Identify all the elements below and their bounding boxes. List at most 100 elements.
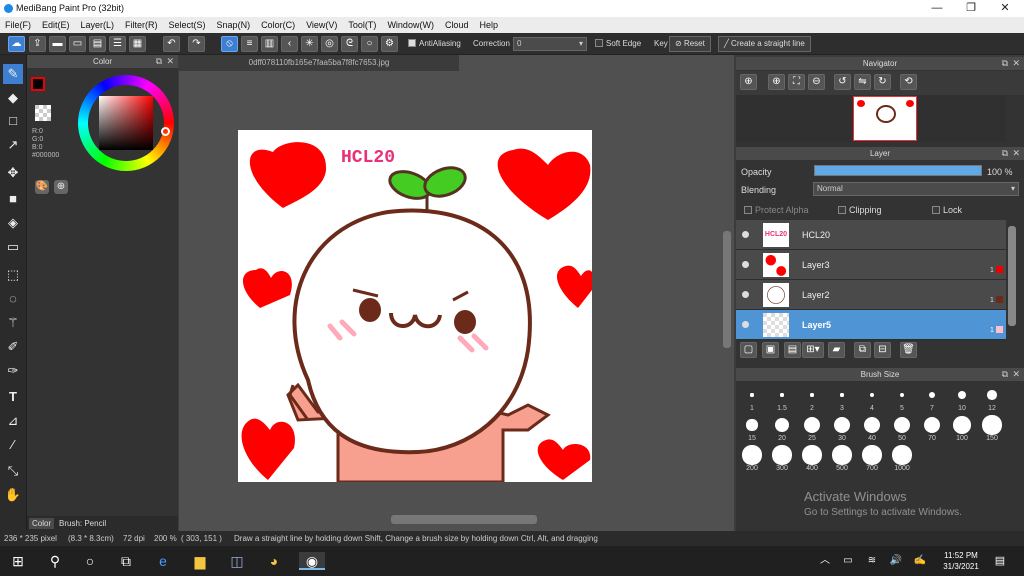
menu-layer[interactable]: Layer(L)	[76, 17, 121, 30]
brush-size-option[interactable]: 70	[917, 415, 947, 444]
menu-snap[interactable]: Snap(N)	[212, 17, 257, 30]
eye-icon[interactable]	[742, 231, 749, 238]
medibang-taskbar-icon[interactable]: ◉	[299, 552, 325, 570]
wifi-icon[interactable]: ≋	[862, 552, 882, 570]
menu-select[interactable]: Select(S)	[164, 17, 212, 30]
select-eraser-tool-icon[interactable]: ✑	[3, 361, 23, 381]
close-icon[interactable]: ✕	[166, 55, 174, 68]
paint-palette-icon[interactable]: ◕	[264, 552, 284, 570]
cortana-icon[interactable]: ○	[80, 552, 100, 570]
layer-row-layer5[interactable]: Layer5 1	[736, 310, 1006, 340]
lasso-tool-icon[interactable]: ◌	[3, 289, 23, 309]
comment-icon[interactable]: ▬	[49, 36, 66, 52]
chat-icon[interactable]: ▭	[69, 36, 86, 52]
menu-filter[interactable]: Filter(R)	[120, 17, 164, 30]
windows-start-icon[interactable]: ⊞	[8, 552, 28, 570]
snap-settings-icon[interactable]: ⚙	[381, 36, 398, 52]
select-tool-icon[interactable]: ⬚	[3, 265, 23, 285]
share-icon[interactable]: ⇪	[29, 36, 46, 52]
brush-size-option[interactable]: 200	[737, 445, 767, 474]
document-icon[interactable]: ▤	[89, 36, 106, 52]
popout-icon[interactable]: ⧉	[156, 55, 162, 68]
list-icon[interactable]: ☰	[109, 36, 126, 52]
fit-icon[interactable]: ⛶	[788, 74, 805, 90]
close-button[interactable]: ✕	[990, 0, 1020, 17]
radial-snap-icon[interactable]: ✳	[301, 36, 318, 52]
straight-line-button[interactable]: ╱ Create a straight line	[718, 36, 811, 52]
brush-size-option[interactable]: 700	[857, 445, 887, 474]
select-pen-tool-icon[interactable]: ✐	[3, 337, 23, 357]
zoom-in-alt-icon[interactable]: ⊕	[768, 74, 785, 90]
undo-icon[interactable]: ↶	[163, 36, 180, 52]
edge-icon[interactable]: e	[153, 552, 173, 570]
battery-icon[interactable]: ▭	[838, 552, 858, 570]
hue-handle[interactable]	[161, 127, 170, 136]
brush-tool-icon[interactable]: ↗	[3, 135, 23, 155]
flip-icon[interactable]: ⇋	[854, 74, 871, 90]
brush-size-option[interactable]: 300	[767, 445, 797, 474]
gradient-tool-icon[interactable]: ▭	[3, 237, 23, 257]
drawing-canvas[interactable]: HCL20	[238, 130, 592, 482]
reset-button[interactable]: ⊘ Reset	[669, 36, 711, 52]
menu-window[interactable]: Window(W)	[382, 17, 440, 30]
menu-tool[interactable]: Tool(T)	[343, 17, 382, 30]
layer-scrollbar[interactable]	[1008, 226, 1016, 326]
brush-size-option[interactable]: 500	[827, 445, 857, 474]
duplicate-layer-icon[interactable]: ⧉	[854, 342, 871, 358]
new-8bit-layer-icon[interactable]: ▤	[784, 342, 801, 358]
pencil-tool-icon[interactable]: ✎	[3, 64, 23, 84]
text-tool-icon[interactable]: T	[3, 387, 23, 407]
vertical-scrollbar[interactable]	[723, 231, 731, 348]
snap-off-icon[interactable]: ⦸	[221, 36, 238, 52]
foreground-color-swatch[interactable]	[31, 77, 45, 91]
close-icon[interactable]: ✕	[1012, 368, 1020, 381]
protect-alpha-checkbox[interactable]: Protect Alpha	[744, 205, 809, 215]
dot-tool-icon[interactable]: □	[3, 111, 23, 131]
clock[interactable]: 11:52 PM 31/3/2021	[940, 550, 982, 572]
eyedropper-tool-icon[interactable]: ⁄	[3, 435, 23, 455]
brush-size-option[interactable]: 1	[737, 385, 767, 414]
brush-size-option[interactable]: 50	[887, 415, 917, 444]
rotate-right-icon[interactable]: ↻	[874, 74, 891, 90]
palette-add-icon[interactable]: ⊕	[54, 180, 68, 194]
zoom-in-icon[interactable]: ⊕	[740, 74, 757, 90]
blending-select[interactable]: Normal ▾	[813, 182, 1019, 196]
reset-view-icon[interactable]: ⟲	[900, 74, 917, 90]
volume-icon[interactable]: 🔊	[886, 552, 906, 570]
store-icon[interactable]: ◫	[227, 552, 247, 570]
eye-icon[interactable]	[742, 321, 749, 328]
brush-size-option[interactable]: 3	[827, 385, 857, 414]
bucket-tool-icon[interactable]: ◈	[3, 213, 23, 233]
merge-layer-icon[interactable]: ⊟	[874, 342, 891, 358]
grid-icon[interactable]: ▦	[129, 36, 146, 52]
brush-size-option[interactable]: 5	[887, 385, 917, 414]
rotate-left-icon[interactable]: ↺	[834, 74, 851, 90]
brush-size-option[interactable]: 4	[857, 385, 887, 414]
menu-help[interactable]: Help	[474, 17, 504, 30]
brush-size-option[interactable]: 100	[947, 415, 977, 444]
pen-icon[interactable]: ✍	[910, 552, 930, 570]
document-tab[interactable]: 0dff078110fb165e7faa5ba7f8fc7653.jpg	[179, 55, 459, 71]
brush-size-option[interactable]: 25	[797, 415, 827, 444]
parallel-snap-icon[interactable]: ≡	[241, 36, 258, 52]
menu-cloud[interactable]: Cloud	[440, 17, 475, 30]
move-tool-icon[interactable]: ✥	[3, 163, 23, 183]
navigator-preview[interactable]	[736, 95, 1006, 142]
popout-icon[interactable]: ⧉	[1002, 57, 1008, 70]
antialiasing-checkbox[interactable]: AntiAliasing	[408, 39, 461, 48]
brush-size-option[interactable]: 40	[857, 415, 887, 444]
tab-brush[interactable]: Brush: Pencil	[56, 518, 109, 529]
horizontal-scrollbar[interactable]	[391, 515, 537, 524]
maximize-button[interactable]: ❐	[956, 0, 986, 17]
folder-icon[interactable]: ▰	[828, 342, 845, 358]
zoom-out-icon[interactable]: ⊖	[808, 74, 825, 90]
correction-select[interactable]: 0 ▾	[513, 37, 587, 51]
tray-chevron-icon[interactable]: ︿	[815, 552, 835, 570]
eraser-tool-icon[interactable]: ◆	[3, 88, 23, 108]
cloud-icon[interactable]: ☁	[8, 36, 25, 52]
magic-wand-tool-icon[interactable]: ⚚	[3, 313, 23, 333]
saturation-square[interactable]	[99, 96, 153, 150]
brush-size-option[interactable]: 1.5	[767, 385, 797, 414]
brush-size-option[interactable]: 30	[827, 415, 857, 444]
divide-tool-icon[interactable]: ⊿	[3, 411, 23, 431]
